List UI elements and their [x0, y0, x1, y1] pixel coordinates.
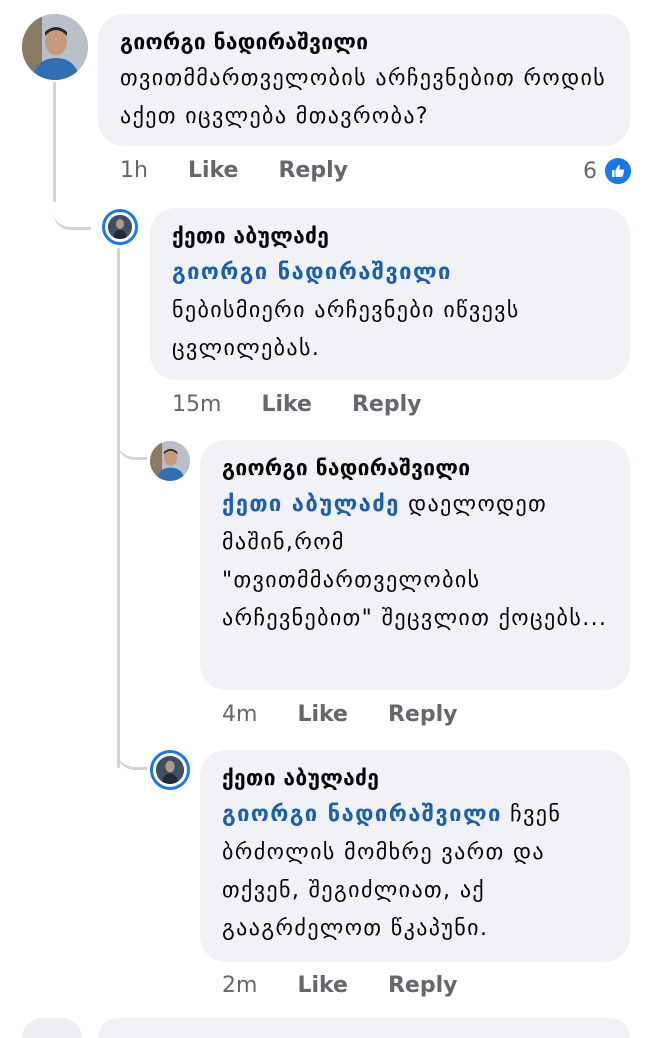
thread-elbow-2	[117, 420, 147, 460]
comment-actions: 4m Like Reply	[222, 702, 497, 727]
thumbs-up-icon	[603, 156, 633, 186]
page-avatar-icon	[108, 215, 132, 239]
like-button[interactable]: Like	[188, 158, 239, 183]
comment-actions: 2m Like Reply	[222, 973, 497, 998]
comment-time[interactable]: 15m	[172, 392, 221, 417]
next-comment-peek	[22, 1018, 82, 1038]
reaction-count: 6	[583, 158, 597, 184]
comment-author[interactable]: გიორგი ნადირაშვილი	[120, 30, 608, 54]
comment-bubble: გიორგი ნადირაშვილი ქეთი აბულაძე დაელოდეთ…	[200, 440, 630, 690]
reply-button[interactable]: Reply	[278, 158, 348, 183]
comment-actions: 15m Like Reply	[172, 392, 461, 417]
comment-author[interactable]: გიორგი ნადირაშვილი	[222, 456, 608, 480]
profile-photo-icon	[22, 14, 88, 80]
mention-link[interactable]: ქეთი აბულაძე	[222, 492, 400, 517]
reply-button[interactable]: Reply	[388, 702, 458, 727]
reaction-summary[interactable]: 6	[583, 156, 633, 186]
mention-link[interactable]: გიორგი ნადირაშვილი	[172, 260, 452, 285]
comment-bubble: ქეთი აბულაძე გიორგი ნადირაშვილი ნებისმიე…	[150, 208, 630, 380]
comment-time[interactable]: 1h	[120, 158, 148, 183]
avatar[interactable]	[150, 750, 190, 790]
avatar[interactable]	[22, 14, 88, 80]
comment-author[interactable]: ქეთი აბულაძე	[172, 224, 608, 248]
comment-text: ნებისმიერი არჩევნები იწვევს ცვლილებას.	[172, 298, 520, 361]
comment-body: გიორგი ნადირაშვილი ჩვენ ბრძოლის მომხრე ვ…	[222, 796, 608, 948]
comment-actions: 1h Like Reply	[120, 158, 388, 183]
comment-bubble: ქეთი აბულაძე გიორგი ნადირაშვილი ჩვენ ბრძ…	[200, 750, 630, 962]
avatar[interactable]	[150, 441, 190, 481]
like-button[interactable]: Like	[297, 702, 348, 727]
thread-elbow-1	[53, 190, 91, 230]
comment-text: თვითმმართველობის არჩევნებით როდის აქეთ ი…	[120, 66, 607, 129]
page-avatar-icon	[156, 756, 184, 784]
comment-bubble: გიორგი ნადირაშვილი თვითმმართველობის არჩე…	[98, 14, 630, 146]
thread-line-root	[53, 82, 56, 202]
mention-link[interactable]: გიორგი ნადირაშვილი	[222, 802, 502, 827]
comment-time[interactable]: 4m	[222, 702, 257, 727]
comment-body: გიორგი ნადირაშვილი ნებისმიერი არჩევნები …	[172, 254, 608, 368]
reply-button[interactable]: Reply	[388, 973, 458, 998]
profile-photo-icon	[150, 441, 190, 481]
like-button[interactable]: Like	[297, 973, 348, 998]
reply-button[interactable]: Reply	[352, 392, 422, 417]
thread-elbow-3	[117, 728, 147, 770]
comment-author[interactable]: ქეთი აბულაძე	[222, 766, 608, 790]
next-bubble-peek	[98, 1018, 630, 1038]
avatar[interactable]	[102, 209, 138, 245]
comment-body: ქეთი აბულაძე დაელოდეთ მაშინ,რომ "თვითმმა…	[222, 486, 608, 638]
thread-line-reply	[117, 248, 120, 768]
comment-time[interactable]: 2m	[222, 973, 257, 998]
like-button[interactable]: Like	[261, 392, 312, 417]
